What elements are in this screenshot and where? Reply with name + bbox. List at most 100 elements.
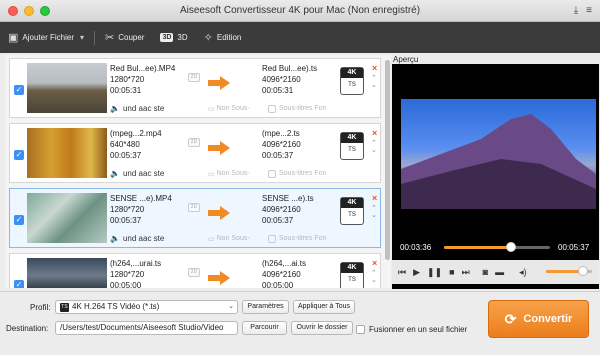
expand-row-icon[interactable]: ⌃ ⌄ (371, 75, 377, 89)
output-format-icon[interactable]: 4K TS (340, 197, 364, 225)
output-filename: Red Bul...ee).ts (262, 64, 318, 73)
preview-video-frame (401, 99, 596, 209)
source-3d-icon[interactable]: 2D (188, 203, 200, 212)
file-row[interactable]: ✓ (h264,...urai.ts 1280*720 00:05:00 2D … (9, 253, 381, 288)
source-info: SENSE ...e).MP4 1280*720 00:05:37 (110, 193, 186, 226)
folder-icon[interactable]: ▬ (495, 267, 504, 277)
audio-track-value: und aac ste (122, 104, 165, 113)
file-row[interactable]: ✓ SENSE ...e).MP4 1280*720 00:05:37 2D S… (9, 188, 381, 248)
format-4k-label: 4K (341, 198, 363, 208)
video-thumbnail[interactable] (27, 258, 107, 288)
chevron-down-icon[interactable]: ▾ (80, 33, 84, 42)
convert-icon: ⟳ (504, 310, 517, 327)
add-file-button[interactable]: ▣ Ajouter Fichier ▾ (0, 22, 92, 53)
file-list[interactable]: ✓ Red Bul...ee).MP4 1280*720 00:05:31 2D… (5, 55, 383, 288)
source-resolution: 640*480 (110, 140, 140, 149)
subtitle-value: Non Sous- (216, 235, 250, 242)
source-resolution: 1280*720 (110, 75, 145, 84)
browse-button[interactable]: Parcourir (242, 321, 287, 335)
subtitle-font-checkbox[interactable] (268, 234, 276, 243)
subtitle-select[interactable]: ▭ Non Sous- (208, 233, 260, 244)
window-title: Aiseesoft Convertisseur 4K pour Mac (Non… (179, 5, 421, 16)
video-thumbnail[interactable] (27, 193, 107, 243)
source-duration: 00:05:37 (110, 151, 142, 160)
stop-icon[interactable]: ■ (449, 267, 454, 277)
profile-select[interactable]: TS 4K H.264 TS Vidéo (*.ts) ⌄ (55, 300, 238, 314)
convert-button[interactable]: ⟳ Convertir (488, 300, 589, 338)
file-checkbox[interactable]: ✓ (14, 215, 24, 225)
seek-bar-handle[interactable] (505, 242, 516, 252)
remove-file-icon[interactable]: × (372, 258, 377, 268)
output-resolution: 4096*2160 (262, 140, 301, 149)
snapshot-icon[interactable]: ◙ (483, 267, 488, 277)
download-icon[interactable]: ⤓ (574, 5, 578, 16)
file-list-scroll-thumb[interactable] (385, 60, 390, 260)
file-row[interactable]: ✓ Red Bul...ee).MP4 1280*720 00:05:31 2D… (9, 58, 381, 118)
open-folder-button[interactable]: Ouvrir le dossier (291, 321, 353, 335)
file-checkbox[interactable]: ✓ (14, 150, 24, 160)
apply-to-all-button[interactable]: Appliquer à Tous (293, 300, 355, 314)
output-resolution: 4096*2160 (262, 205, 301, 214)
file-checkbox[interactable]: ✓ (14, 85, 24, 95)
subtitle-font-option[interactable]: Sous-titres Fon (268, 103, 326, 114)
output-duration: 00:05:37 (262, 151, 294, 160)
remove-file-icon[interactable]: × (372, 63, 377, 73)
source-info: Red Bul...ee).MP4 1280*720 00:05:31 (110, 63, 186, 96)
settings-button[interactable]: Paramètres (242, 300, 289, 314)
merge-checkbox[interactable] (356, 325, 365, 334)
expand-row-icon[interactable]: ⌃ ⌄ (371, 140, 377, 154)
file-checkbox[interactable]: ✓ (14, 280, 24, 288)
audio-track-select[interactable]: 🔈 und aac ste (110, 168, 192, 179)
output-info: (h264,...ai.ts 4096*2160 00:05:00 (262, 258, 338, 288)
three-d-label: 3D (177, 33, 188, 42)
toolbar-divider (94, 30, 95, 45)
play-icon[interactable]: ▶ (413, 267, 420, 278)
cut-button[interactable]: ✂ Couper (97, 22, 152, 53)
output-duration: 00:05:37 (262, 216, 294, 225)
expand-row-icon[interactable]: ⌃ ⌄ (371, 270, 377, 284)
pause-icon[interactable]: ❚❚ (427, 267, 442, 278)
source-info: (mpeg...2.mp4 640*480 00:05:37 (110, 128, 186, 161)
subtitle-font-option[interactable]: Sous-titres Fon (268, 233, 326, 244)
merge-option[interactable]: Fusionner en un seul fichier (356, 325, 467, 334)
destination-path-field[interactable]: /Users/test/Documents/Aiseesoft Studio/V… (55, 321, 238, 335)
video-thumbnail[interactable] (27, 63, 107, 113)
destination-label: Destination: (6, 324, 49, 333)
main-toolbar: ▣ Ajouter Fichier ▾ ✂ Couper 3D 3D ✧ Edi… (0, 22, 600, 53)
output-format-icon[interactable]: 4K TS (340, 132, 364, 160)
output-duration: 00:05:31 (262, 86, 294, 95)
format-ts-label: TS (348, 212, 356, 218)
three-d-button[interactable]: 3D 3D (152, 22, 195, 53)
subtitle-value: Non Sous- (216, 105, 250, 112)
skip-forward-icon[interactable]: ⏭ (462, 267, 470, 278)
source-3d-icon[interactable]: 2D (188, 138, 200, 147)
subtitle-font-checkbox[interactable] (268, 104, 276, 113)
volume-icon[interactable]: ◂) (519, 267, 527, 278)
audio-track-select[interactable]: 🔈 und aac ste (110, 103, 192, 114)
subtitle-icon: ▭ (208, 105, 215, 113)
source-duration: 00:05:31 (110, 86, 142, 95)
subtitle-font-label: Sous-titres Fon (279, 105, 327, 112)
subtitle-font-checkbox[interactable] (268, 169, 276, 178)
output-format-icon[interactable]: 4K TS (340, 262, 364, 288)
source-3d-icon[interactable]: 2D (188, 268, 200, 277)
source-3d-icon[interactable]: 2D (188, 73, 200, 82)
title-bar: Aiseesoft Convertisseur 4K pour Mac (Non… (0, 0, 600, 22)
subtitle-select[interactable]: ▭ Non Sous- (208, 103, 260, 114)
subtitle-font-option[interactable]: Sous-titres Fon (268, 168, 326, 179)
remove-file-icon[interactable]: × (372, 193, 377, 203)
subtitle-select[interactable]: ▭ Non Sous- (208, 168, 260, 179)
edit-button[interactable]: ✧ Edition (196, 22, 250, 53)
volume-handle[interactable] (577, 266, 588, 276)
subtitle-icon: ▭ (208, 235, 215, 243)
merge-label: Fusionner en un seul fichier (369, 325, 468, 334)
expand-row-icon[interactable]: ⌃ ⌄ (371, 205, 377, 219)
video-thumbnail[interactable] (27, 128, 107, 178)
remove-file-icon[interactable]: × (372, 128, 377, 138)
output-format-icon[interactable]: 4K TS (340, 67, 364, 95)
menu-icon[interactable]: ≡ (586, 5, 592, 16)
output-info: (mpe...2.ts 4096*2160 00:05:37 (262, 128, 338, 161)
skip-back-icon[interactable]: ⏮ (398, 267, 406, 278)
audio-track-select[interactable]: 🔈 und aac ste (110, 233, 192, 244)
file-row[interactable]: ✓ (mpeg...2.mp4 640*480 00:05:37 2D (mpe… (9, 123, 381, 183)
